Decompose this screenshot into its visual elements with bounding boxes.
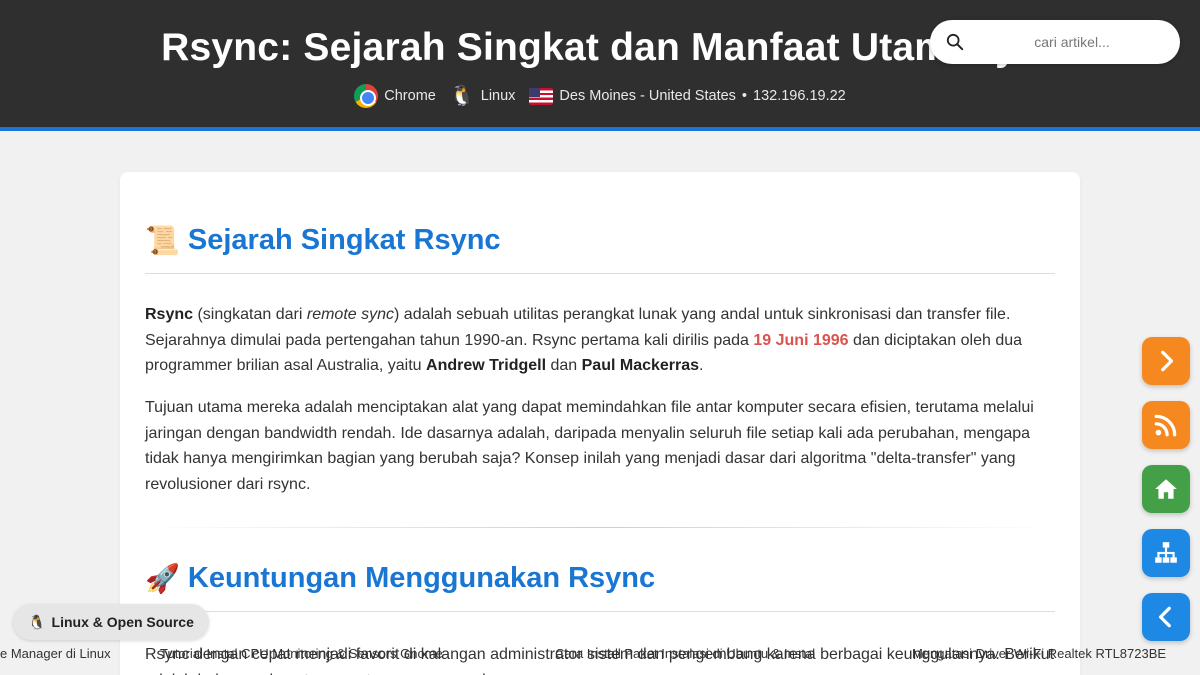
location-info: Des Moines - United States • 132.196.19.…: [529, 87, 846, 105]
chevron-right-icon: [1161, 350, 1174, 372]
location-text: Des Moines - United States: [559, 88, 736, 104]
browser-name: Chrome: [384, 88, 436, 104]
rss-feed-button[interactable]: [1142, 401, 1190, 449]
scroll-icon: 📜: [145, 225, 180, 256]
ticker-item[interactable]: Mengatasi Driver Wi-Fi Realtek RTL8723BE: [912, 646, 1166, 661]
next-article-button[interactable]: [1142, 337, 1190, 385]
os-info: 🐧 Linux: [450, 86, 516, 106]
sitemap-icon: [1155, 542, 1177, 563]
rocket-icon: 🚀: [145, 563, 180, 594]
section-heading-text: Sejarah Singkat Rsync: [187, 224, 501, 256]
text: .: [699, 357, 704, 374]
ticker-item[interactable]: e Manager di Linux: [0, 646, 111, 661]
visitor-info: Chrome 🐧 Linux Des Moines - United State…: [0, 84, 1200, 108]
us-flag-icon: [529, 87, 554, 105]
ticker-item[interactable]: Tutorial Instal CPU Monitoring & Sensors…: [160, 646, 443, 661]
search-input[interactable]: [930, 20, 1180, 64]
author-tridgell: Andrew Tridgell: [426, 357, 547, 374]
release-date: 19 Juni 1996: [753, 331, 849, 349]
term-remote-sync: remote sync: [306, 306, 395, 323]
browser-info: Chrome: [354, 84, 436, 108]
rss-icon: [1154, 414, 1177, 437]
chevron-left-icon: [1158, 606, 1171, 628]
history-paragraph-2: Tujuan utama mereka adalah menciptakan a…: [145, 399, 1034, 493]
home-icon: [1155, 479, 1177, 499]
text: dan: [546, 357, 582, 374]
tux-icon: 🐧: [449, 85, 475, 107]
term-rsync: Rsync: [145, 306, 194, 323]
section-heading-history: 📜 Sejarah Singkat Rsync: [145, 224, 1055, 274]
separator: •: [741, 88, 747, 104]
ticker-item[interactable]: Cara Install Paket Instalasi di Ubuntu &…: [555, 646, 815, 661]
section-heading-text: Keuntungan Menggunakan Rsync: [187, 562, 656, 594]
chrome-icon: [354, 84, 379, 108]
os-name: Linux: [480, 88, 516, 104]
text: (singkatan dari: [193, 306, 307, 323]
author-mackerras: Paul Mackerras: [581, 357, 700, 374]
search-icon[interactable]: [946, 33, 964, 51]
penguin-icon: 🐧: [28, 613, 46, 630]
search-box[interactable]: [930, 20, 1180, 64]
home-button[interactable]: [1142, 465, 1190, 513]
ip-address: 132.196.19.22: [753, 88, 846, 104]
related-articles-ticker: e Manager di Linux Tutorial Instal CPU M…: [0, 645, 1200, 665]
history-paragraph-1: Rsync (singkatan dari remote sync) adala…: [145, 302, 1057, 379]
previous-article-button[interactable]: [1142, 593, 1190, 641]
section-heading-benefits: 🚀 Keuntungan Menggunakan Rsync: [145, 562, 1055, 612]
sitemap-button[interactable]: [1142, 529, 1190, 577]
article-card: 📜 Sejarah Singkat Rsync Rsync (singkatan…: [120, 172, 1080, 675]
section-divider: [145, 527, 1055, 528]
category-badge[interactable]: 🐧 Linux & Open Source: [13, 604, 209, 640]
category-label: Linux & Open Source: [51, 614, 194, 630]
